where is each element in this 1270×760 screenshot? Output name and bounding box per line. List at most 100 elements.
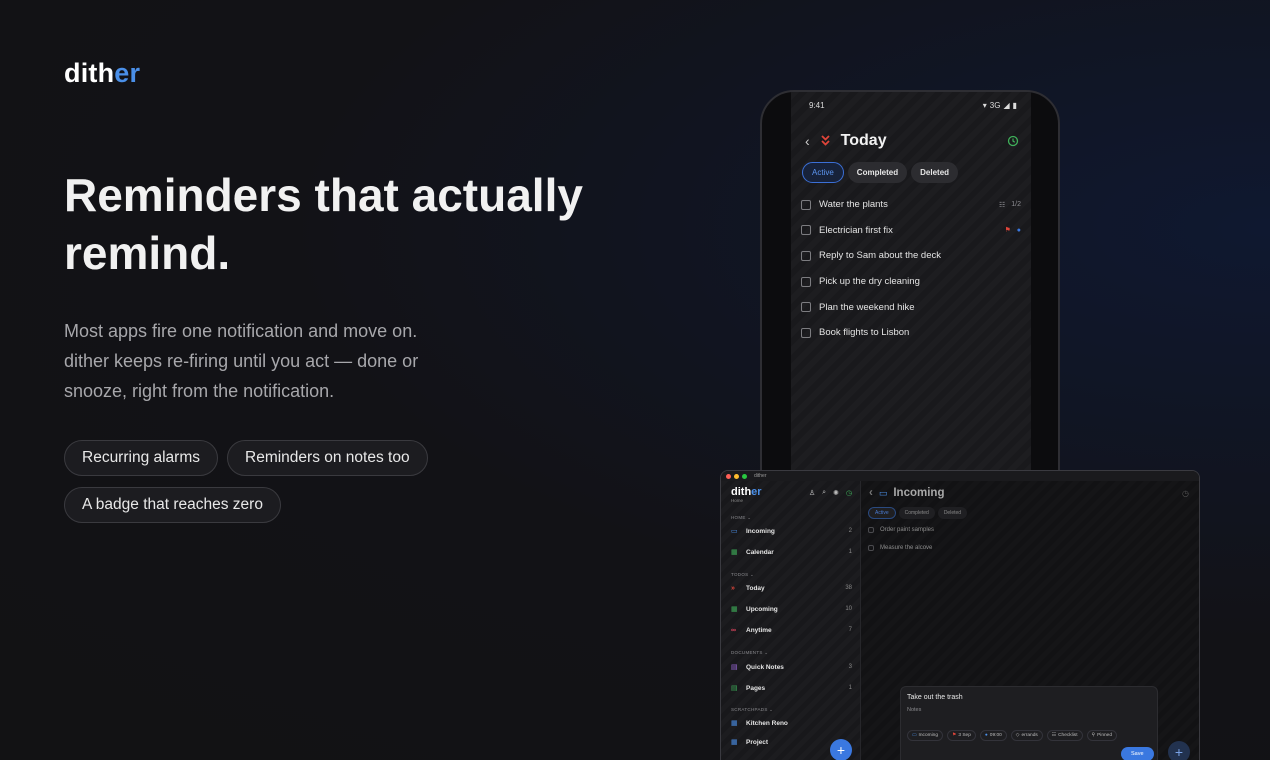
main-title: Incoming [893, 487, 945, 499]
sidebar-item-pages[interactable]: ▤ Pages 1 [731, 682, 852, 694]
task-checkbox[interactable] [801, 276, 811, 287]
sidebar-item-incoming[interactable]: ▭ Incoming 2 [731, 525, 852, 537]
user-icon[interactable]: ♙ [809, 489, 815, 497]
chip-list[interactable]: ▭ Incoming [907, 730, 944, 741]
chip-date[interactable]: ⚑ 3 Sep [947, 730, 976, 741]
phone-tabs: Active Completed Deleted [802, 162, 959, 183]
section-home[interactable]: HOME ⌄ [731, 515, 751, 521]
infinity-icon: ∞ [731, 626, 736, 634]
task-checkbox[interactable] [868, 545, 874, 551]
pill-reminders-on-notes: Reminders on notes too [227, 440, 428, 476]
task-checkbox[interactable] [801, 250, 811, 261]
task-checkbox[interactable] [868, 527, 874, 533]
today-chevrons-icon: » [731, 584, 735, 592]
search-icon[interactable]: ⌕ [822, 489, 826, 497]
phone-mockup: 9:41 ▾ 3G ◢ ▮ ‹ Today Active Completed D… [760, 90, 1060, 510]
status-time: 9:41 [809, 101, 825, 110]
add-button[interactable]: + [830, 739, 852, 760]
list-item[interactable]: Book flights to Lisbon [801, 320, 1021, 346]
gear-icon[interactable]: ✺ [833, 489, 839, 497]
bell-icon: ● [984, 733, 988, 738]
note-icon: ▤ [731, 664, 738, 671]
inbox-icon: ▭ [878, 487, 888, 498]
page-title: Today [840, 132, 887, 149]
history-icon[interactable]: ◷ [846, 489, 852, 497]
list-item[interactable]: Plan the weekend hike [801, 294, 1021, 320]
task-checkbox[interactable] [801, 327, 811, 338]
chip-time[interactable]: ● 09:00 [979, 730, 1007, 741]
today-chevrons-icon [820, 135, 831, 147]
tab-completed[interactable]: Completed [898, 507, 935, 519]
section-todos[interactable]: TODOS ⌄ [731, 572, 754, 578]
signal-icon: ◢ [1003, 101, 1010, 110]
list-item[interactable]: Reply to Sam about the deck [801, 243, 1021, 269]
back-icon[interactable]: ‹ [805, 133, 810, 149]
chip-pinned[interactable]: ⚲ Pinned [1086, 730, 1117, 741]
status-bar: 9:41 ▾ 3G ◢ ▮ [809, 101, 1017, 110]
list-item[interactable]: Pick up the dry cleaning [801, 269, 1021, 295]
task-checkbox[interactable] [801, 302, 811, 313]
phone-header: ‹ Today [805, 132, 1019, 150]
maximize-dot-icon[interactable] [742, 473, 747, 479]
list-item[interactable]: Measure the alcove [868, 545, 932, 551]
main-tabs: Active Completed Deleted [868, 507, 968, 519]
new-task-card: Take out the trash Notes ▭ Incoming ⚑ 3 Se… [900, 686, 1158, 760]
page-icon: ▤ [731, 685, 738, 692]
desktop-mockup: dither dither Home ♙ ⌕ ✺ ◷ HOME ⌄ ▭ Inco… [720, 470, 1200, 760]
sidebar-logo: dither Home [731, 486, 762, 503]
task-text: Order paint samples [880, 527, 935, 533]
battery-icon: ▮ [1012, 101, 1017, 110]
sidebar-item-upcoming[interactable]: ▦ Upcoming 10 [731, 603, 852, 615]
calendar-upcoming-icon: ▦ [731, 606, 738, 613]
save-button[interactable]: Save [1121, 747, 1154, 760]
back-icon[interactable]: ‹ [869, 487, 873, 499]
checklist-icon: ☷ [1051, 733, 1057, 738]
list-item[interactable]: Water the plants ☷ 1/2 [801, 192, 1021, 218]
grid-icon: ▦ [731, 720, 738, 727]
chip-checklist[interactable]: ☷ Checklist [1046, 730, 1083, 741]
task-checkbox[interactable] [801, 225, 811, 236]
minimize-dot-icon[interactable] [734, 473, 739, 479]
add-button[interactable]: + [1168, 741, 1190, 760]
plus-icon: + [1174, 744, 1184, 760]
notes-field[interactable]: Notes [907, 707, 921, 713]
task-text: Water the plants [819, 199, 888, 211]
sidebar-item-anytime[interactable]: ∞ Anytime 7 [731, 624, 852, 636]
list-item[interactable]: Electrician first fix ⚑ ● [801, 218, 1021, 244]
task-text: Plan the weekend hike [819, 301, 915, 313]
sidebar-item-quick-notes[interactable]: ▤ Quick Notes 3 [731, 661, 852, 673]
checklist-count: 1/2 [1011, 201, 1021, 209]
window-title: dither [754, 473, 767, 479]
grid-icon: ▦ [731, 739, 738, 746]
sidebar-item-calendar[interactable]: ▦ Calendar 1 [731, 546, 852, 558]
task-title-input[interactable]: Take out the trash [907, 694, 963, 701]
inbox-icon: ▭ [912, 733, 917, 738]
pill-recurring-alarms: Recurring alarms [64, 440, 219, 476]
section-documents[interactable]: DOCUMENTS ⌄ [731, 650, 768, 656]
brand-logo: dither [64, 58, 141, 88]
close-dot-icon[interactable] [726, 473, 731, 479]
pin-icon: ⚲ [1091, 733, 1096, 738]
task-checkbox[interactable] [801, 199, 811, 210]
section-scratchpads[interactable]: SCRATCHPADS ⌄ [731, 707, 773, 713]
tab-active[interactable]: Active [868, 507, 896, 519]
history-icon[interactable]: ◷ [1182, 489, 1189, 498]
sidebar-logo-sub: Home [731, 498, 744, 503]
task-text: Pick up the dry cleaning [819, 276, 920, 288]
hero-headline: Reminders that actually remind. [64, 169, 583, 279]
feature-pills: Recurring alarms Reminders on notes too … [64, 440, 444, 523]
history-icon[interactable] [1007, 135, 1019, 147]
chip-tag[interactable]: ◇ errands [1010, 730, 1043, 741]
sidebar-item-today[interactable]: » Today 38 [731, 582, 852, 594]
tab-completed[interactable]: Completed [847, 162, 908, 183]
flag-icon: ⚑ [1004, 227, 1011, 235]
tab-deleted[interactable]: Deleted [911, 162, 959, 183]
plus-icon: + [836, 742, 846, 758]
task-list: Water the plants ☷ 1/2 Electrician first … [801, 192, 1021, 346]
main-header: ‹ ▭ Incoming ◷ [869, 487, 1189, 499]
tab-deleted[interactable]: Deleted [937, 507, 968, 519]
list-item[interactable]: Order paint samples [868, 527, 934, 533]
tab-active[interactable]: Active [802, 162, 844, 183]
sidebar-item-kitchen-reno[interactable]: ▦ Kitchen Reno [731, 717, 852, 729]
flag-icon: ⚑ [952, 733, 957, 738]
